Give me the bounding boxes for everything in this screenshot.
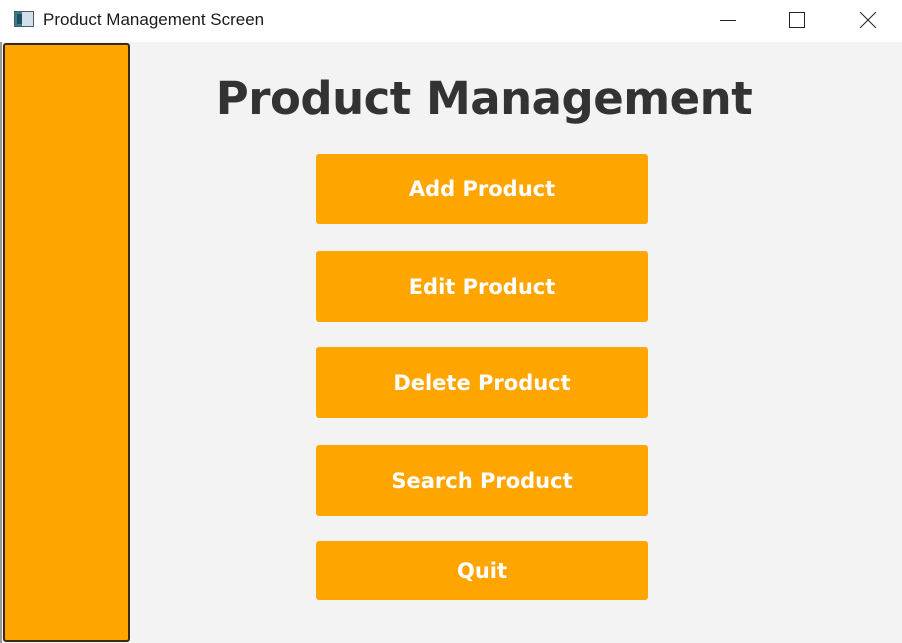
side-panel xyxy=(3,43,130,642)
app-window-icon xyxy=(14,11,34,27)
window-left-edge xyxy=(0,42,2,643)
window-title: Product Management Screen xyxy=(43,10,265,29)
maximize-icon xyxy=(789,12,805,28)
title-bar[interactable]: Product Management Screen xyxy=(0,0,902,42)
maximize-button[interactable] xyxy=(774,0,820,40)
minimize-button[interactable] xyxy=(705,0,751,40)
delete-product-button[interactable]: Delete Product xyxy=(316,347,648,418)
close-button[interactable] xyxy=(845,0,891,40)
minimize-icon xyxy=(720,12,736,28)
close-icon xyxy=(860,12,876,28)
app-window: Product Management Screen Product Manage… xyxy=(0,0,902,643)
edit-product-button[interactable]: Edit Product xyxy=(316,251,648,322)
add-product-button[interactable]: Add Product xyxy=(316,154,648,224)
search-product-button[interactable]: Search Product xyxy=(316,445,648,516)
page-title: Product Management xyxy=(215,72,753,125)
quit-button[interactable]: Quit xyxy=(316,541,648,600)
